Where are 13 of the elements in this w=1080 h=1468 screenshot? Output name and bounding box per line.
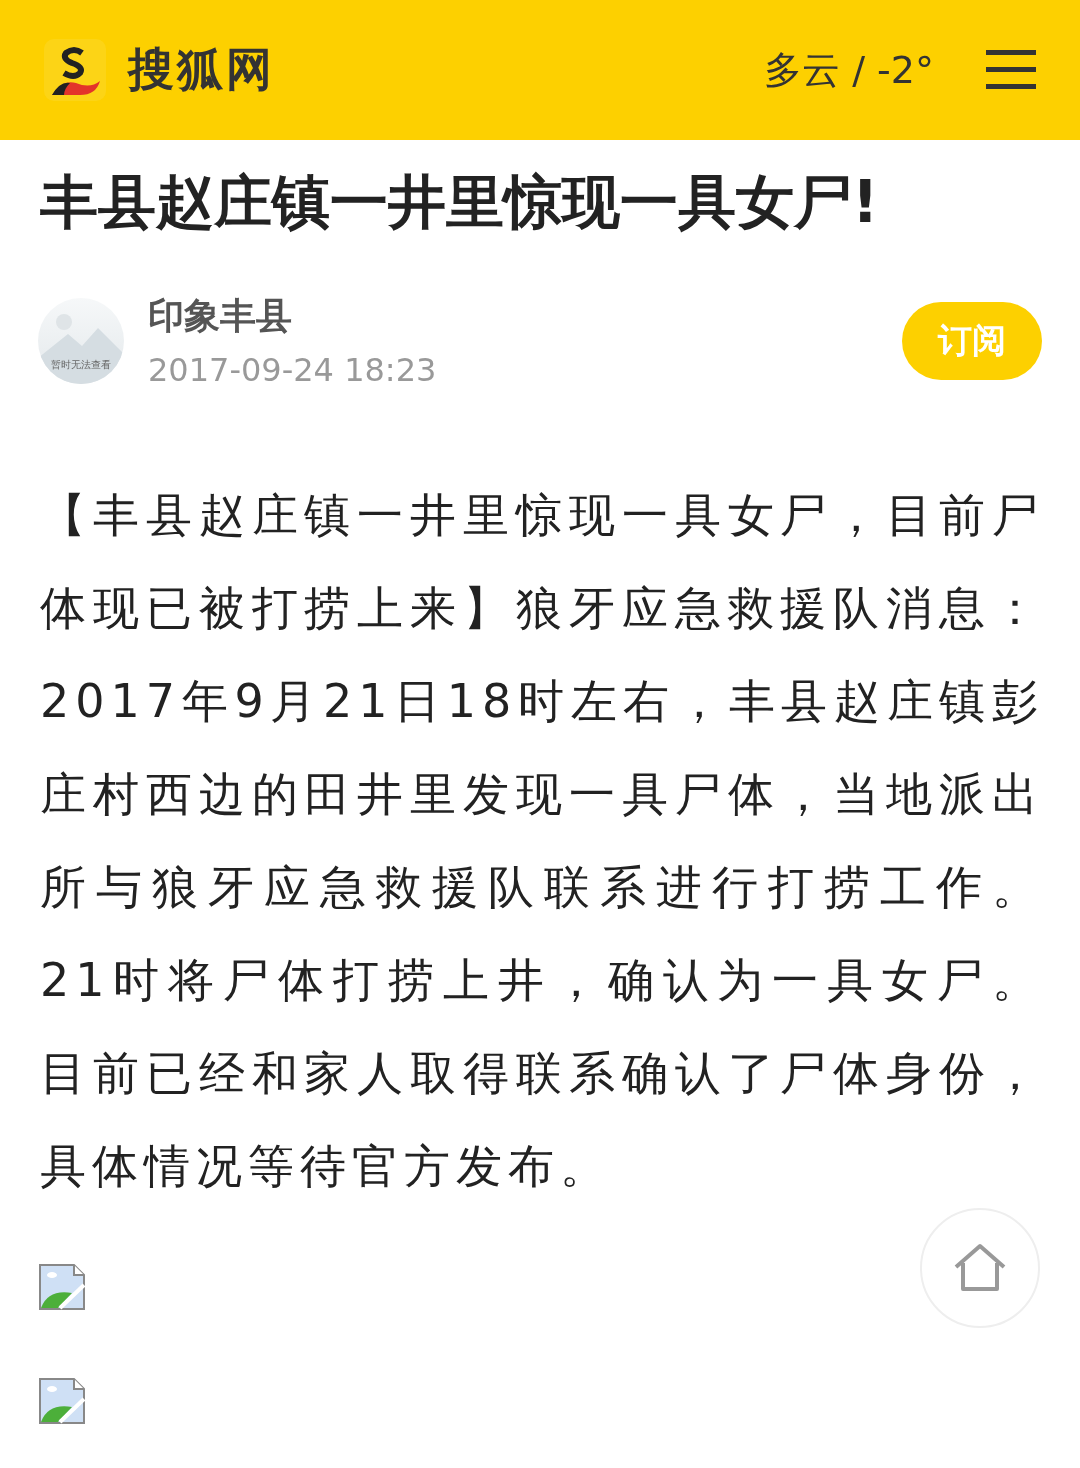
broken-image-icon bbox=[38, 1263, 86, 1311]
avatar-caption: 暂时无法查看 bbox=[50, 357, 112, 372]
site-name[interactable]: 搜狐网 bbox=[128, 39, 275, 101]
article-paragraph: 【丰县赵庄镇一井里惊现一具女尸，目前尸体现已被打捞上来】狼牙应急救援队消息：2017年9月21日18时左右，丰县赵庄镇彭庄村西边的田井里发现一具尸体，当地派出所与狼牙应急救援队联系进行打捞工作。21时将尸体打捞上井，确认为一具女尸。目前已经和家人取得联系确认了尸体身份，具体情况等待官方发布。 bbox=[40, 487, 1044, 1195]
logo-icon[interactable] bbox=[44, 39, 106, 101]
publish-date: 2017-09-24 18:23 bbox=[148, 351, 437, 389]
menu-icon[interactable] bbox=[986, 48, 1036, 92]
weather-text: 多云 / -2° bbox=[764, 46, 934, 94]
author-name[interactable]: 印象丰县 bbox=[148, 292, 437, 341]
article-title: 丰县赵庄镇一井里惊现一具女尸! bbox=[40, 167, 880, 238]
broken-image-icon bbox=[38, 1377, 86, 1425]
avatar[interactable]: 暂时无法查看 bbox=[38, 297, 124, 384]
home-icon bbox=[953, 1243, 1007, 1293]
